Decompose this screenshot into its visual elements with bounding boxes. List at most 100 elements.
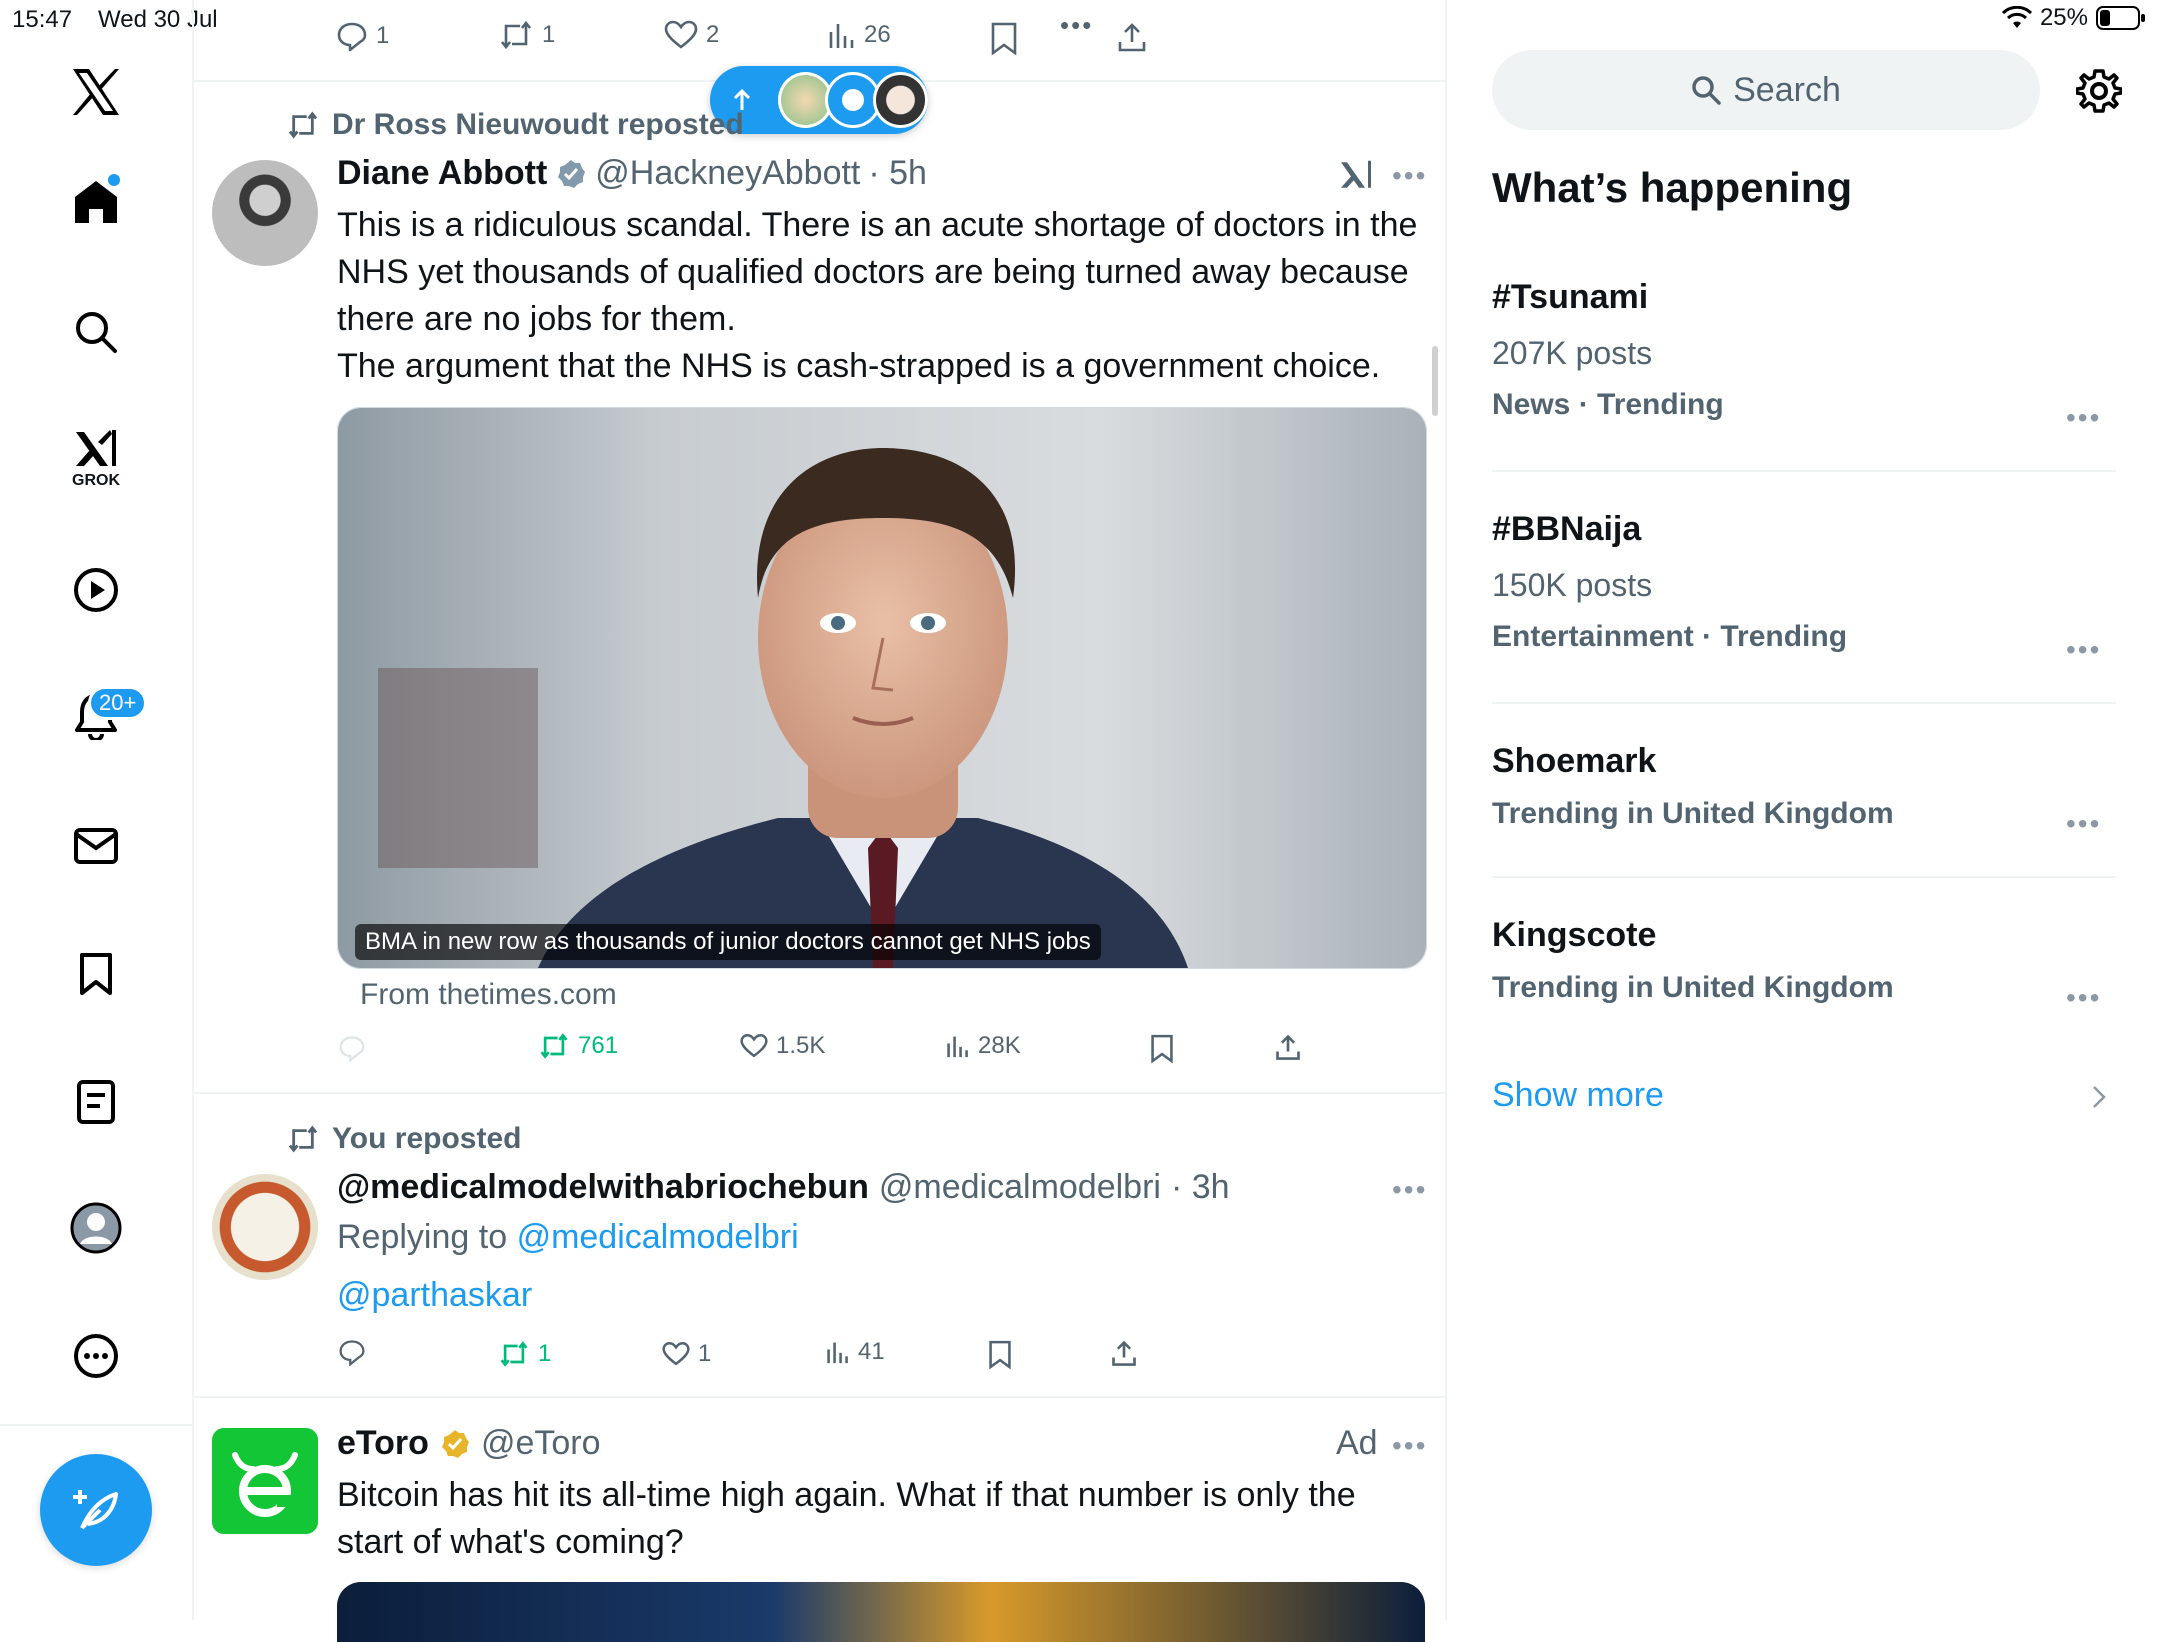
bookmark-icon[interactable] — [66, 944, 126, 1004]
tweet3-media-image[interactable] — [337, 1582, 1425, 1642]
tweet2-repost-by[interactable]: You reposted — [332, 1122, 521, 1156]
search-input[interactable]: Search — [1492, 50, 2040, 130]
trend-title: #Tsunami — [1492, 278, 1649, 316]
tweet1-time: · 5h — [868, 154, 927, 192]
more-options-icon[interactable] — [66, 1326, 126, 1386]
feed-divider — [194, 1396, 1445, 1398]
tweet1-bookmark-icon[interactable] — [1150, 1034, 1174, 1064]
tweet1-handle[interactable]: @HackneyAbbott — [595, 154, 860, 193]
trend-more-icon[interactable]: ••• — [2066, 982, 2101, 1014]
trend-meta: Trending in United Kingdom — [1492, 971, 1894, 1004]
settings-gear-icon[interactable] — [2076, 68, 2122, 114]
tweet3-author-name[interactable]: eToro — [337, 1424, 429, 1463]
notifications-badge: 20+ — [88, 686, 148, 720]
tweet1-reply-icon[interactable] — [338, 1034, 366, 1062]
repost-icon — [538, 1032, 570, 1060]
trend-posts: 150K posts — [1492, 567, 1653, 603]
tweet3-handle[interactable]: @eToro — [481, 1424, 601, 1463]
tweet1-like-action[interactable]: 1.5K — [740, 1032, 825, 1060]
tweet2-repost-count: 1 — [538, 1340, 552, 1367]
chevron-right-icon[interactable] — [2090, 1084, 2108, 1110]
search-icon[interactable] — [66, 302, 126, 362]
battery-icon — [2096, 5, 2146, 31]
tweet2-author-name[interactable]: @medicalmodelwithabriochebun — [337, 1168, 869, 1207]
repost-icon — [498, 20, 534, 50]
whats-happening-heading: What’s happening — [1492, 164, 1853, 211]
profile-icon[interactable] — [66, 1198, 126, 1258]
tweet1-share-icon[interactable] — [1274, 1034, 1302, 1062]
tweet1-text: This is a ridiculous scandal. There is a… — [337, 202, 1417, 390]
trend-item[interactable]: #BBNaija 150K posts Entertainment · Tren… — [1492, 510, 1847, 654]
tweet2-reply-icon[interactable] — [338, 1338, 366, 1366]
tweet2-replying-to[interactable]: @medicalmodelbri — [517, 1218, 799, 1256]
tweet1-text-line: The argument that the NHS is cash-strapp… — [337, 347, 1381, 385]
show-more-link[interactable]: Show more — [1492, 1076, 1664, 1115]
tweet2-time: · 3h — [1170, 1168, 1230, 1206]
trend-divider — [1492, 470, 2116, 472]
top-reply-action[interactable]: 1 — [336, 20, 389, 52]
video-play-icon[interactable] — [66, 560, 126, 620]
views-icon — [946, 1033, 970, 1059]
tweet2-share-icon[interactable] — [1110, 1340, 1138, 1368]
tweet1-repost-context: Dr Ross Nieuwoudt reposted — [286, 108, 744, 142]
trend-item[interactable]: Shoemark Trending in United Kingdom — [1492, 742, 1894, 831]
top-repost-action[interactable]: 1 — [498, 20, 555, 50]
tweet2-avatar[interactable] — [212, 1174, 318, 1280]
tweet1-repost-by[interactable]: Dr Ross Nieuwoudt reposted — [332, 108, 744, 142]
tweet1-like-count: 1.5K — [776, 1032, 826, 1059]
tweet2-mention[interactable]: @parthaskar — [337, 1276, 532, 1315]
trend-title: #BBNaija — [1492, 510, 1642, 548]
top-ellipsis-icon[interactable]: ••• — [1060, 10, 1093, 41]
etoro-logo[interactable] — [212, 1428, 318, 1534]
trend-more-icon[interactable]: ••• — [2066, 634, 2101, 666]
trend-more-icon[interactable]: ••• — [2066, 402, 2101, 434]
tweet1-views-count: 28K — [978, 1032, 1021, 1059]
reply-count: 1 — [376, 22, 390, 49]
nav-divider — [192, 0, 194, 1620]
gold-verified-badge-icon — [439, 1428, 471, 1460]
tweet2-more-icon[interactable]: ••• — [1392, 1174, 1427, 1206]
tweet2-repost-action[interactable]: 1 — [498, 1340, 551, 1368]
tweet2-views-action[interactable]: 41 — [826, 1338, 885, 1366]
tweet1-more-icon[interactable]: ••• — [1392, 160, 1427, 192]
tweet3-header: eToro @eToro — [337, 1424, 601, 1463]
x-logo-icon[interactable] — [66, 62, 126, 122]
top-bookmark-icon[interactable] — [990, 22, 1018, 56]
top-share-icon[interactable] — [1116, 22, 1148, 54]
grok-nav[interactable]: GROK — [66, 428, 126, 490]
tweet1-card-source[interactable]: From thetimes.com — [360, 978, 617, 1012]
tweet1-avatar[interactable] — [212, 160, 318, 266]
tweet1-views-action[interactable]: 28K — [946, 1032, 1021, 1060]
mail-icon[interactable] — [66, 816, 126, 876]
grok-explain-icon[interactable] — [1338, 158, 1374, 192]
tweet1-author-name[interactable]: Diane Abbott — [337, 154, 547, 193]
top-like-action[interactable]: 2 — [664, 20, 719, 50]
tweet1-repost-count: 761 — [578, 1032, 619, 1059]
etoro-logo-icon — [232, 1452, 298, 1517]
tweet3-text-line: Bitcoin has hit its all-time high again.… — [337, 1476, 1356, 1514]
nav-bottom-divider — [0, 1424, 192, 1426]
repost-icon — [498, 1340, 530, 1368]
tweet2-like-action[interactable]: 1 — [662, 1340, 711, 1368]
tweet2-views-count: 41 — [858, 1338, 885, 1365]
grok-icon — [66, 428, 126, 470]
battery-level: 25% — [2039, 4, 2088, 31]
trend-item[interactable]: #Tsunami 207K posts News · Trending — [1492, 278, 1724, 422]
trend-more-icon[interactable]: ••• — [2066, 808, 2101, 840]
repost-icon — [286, 1125, 320, 1153]
trend-item[interactable]: Kingscote Trending in United Kingdom — [1492, 916, 1894, 1005]
compose-post-button[interactable] — [40, 1454, 152, 1566]
tweet2-like-count: 1 — [698, 1340, 712, 1367]
tweet3-more-icon[interactable]: ••• — [1392, 1430, 1427, 1462]
trend-meta: Entertainment · Trending — [1492, 620, 1848, 653]
tweet2-bookmark-icon[interactable] — [988, 1340, 1012, 1370]
lists-icon[interactable] — [66, 1072, 126, 1132]
tweet2-handle[interactable]: @medicalmodelbri — [879, 1168, 1161, 1207]
tweet1-link-card-image[interactable] — [337, 407, 1427, 969]
repost-count: 1 — [542, 21, 556, 48]
tweet1-repost-action[interactable]: 761 — [538, 1032, 618, 1060]
feed-scrollbar[interactable] — [1432, 346, 1438, 416]
pill-avatar-3 — [872, 72, 928, 128]
status-time: 15:47 — [12, 6, 73, 33]
top-views-action[interactable]: 26 — [828, 20, 891, 50]
